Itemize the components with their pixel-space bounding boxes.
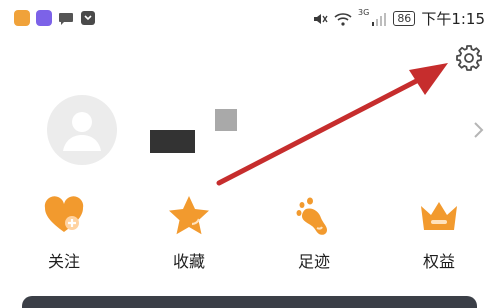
default-avatar-icon[interactable]: [47, 95, 117, 165]
wifi-icon: [334, 12, 352, 26]
signal-strength-icon: [372, 12, 387, 26]
quick-action-footprints[interactable]: 足迹: [272, 192, 356, 284]
footprint-icon: [296, 197, 327, 235]
network-type-label: 3G: [358, 8, 370, 17]
system-status: 3G 86 下午1:15: [312, 8, 485, 29]
bottom-card[interactable]: [22, 296, 477, 308]
orange-app-notification-icon: [14, 10, 30, 26]
quick-action-follow[interactable]: 关注: [22, 192, 106, 284]
download-notification-icon: [81, 11, 95, 25]
redacted-username: [150, 130, 195, 153]
quick-action-label: 权益: [422, 252, 455, 271]
status-bar: 3G 86 下午1:15: [0, 0, 495, 40]
star-icon: [169, 196, 209, 235]
heart-plus-icon: [44, 196, 84, 232]
quick-action-favorites[interactable]: 收藏: [147, 192, 231, 284]
quick-action-label: 收藏: [172, 252, 205, 271]
purple-app-notification-icon: [36, 10, 52, 26]
profile-screen: 3G 86 下午1:15 关注 收藏 足迹 权益: [0, 0, 495, 308]
quick-action-label: 足迹: [297, 252, 330, 271]
message-notification-icon: [59, 13, 73, 25]
settings-gear-icon[interactable]: [455, 44, 483, 72]
redacted-badge: [215, 109, 237, 131]
battery-indicator: 86: [393, 11, 416, 26]
crown-icon: [421, 202, 457, 230]
notification-icons: [14, 10, 96, 26]
chevron-right-icon[interactable]: [472, 121, 484, 139]
quick-action-benefits[interactable]: 权益: [397, 192, 481, 284]
mute-icon: [314, 13, 328, 24]
status-time: 下午1:15: [421, 10, 485, 28]
quick-action-label: 关注: [47, 252, 80, 271]
